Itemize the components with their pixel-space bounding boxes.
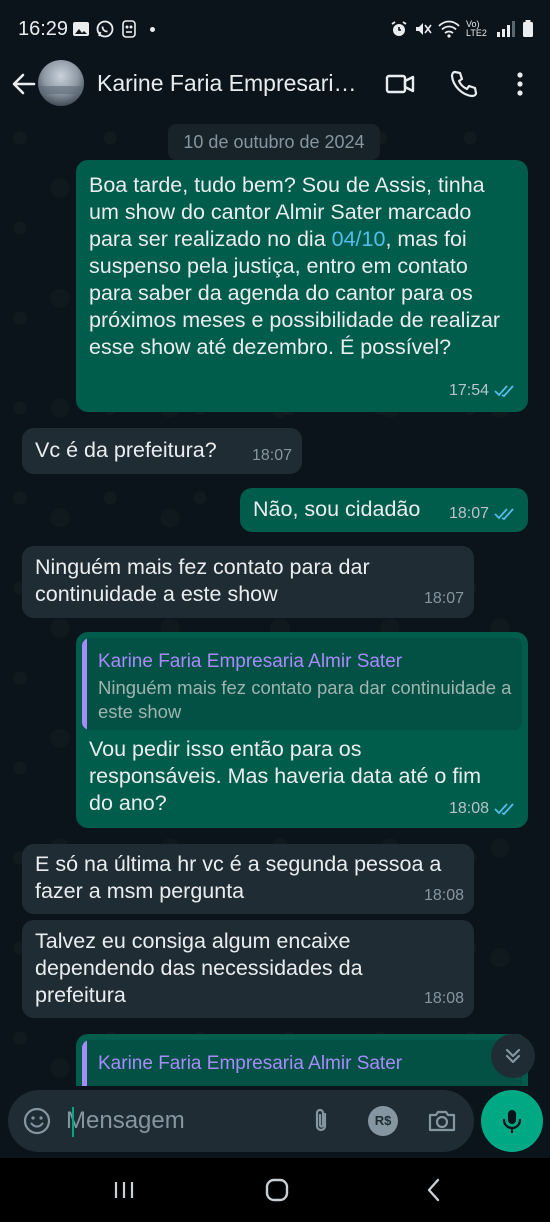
message-text: Vou pedir isso então para os responsávei… (89, 737, 481, 815)
message-bubble-incoming[interactable]: Vc é da prefeitura? 18:07 (22, 428, 302, 474)
message-bubble-incoming[interactable]: E só na última hr vc é a segunda pessoa … (22, 844, 474, 914)
read-ticks-icon (494, 802, 514, 815)
notification-dot (150, 26, 155, 32)
whatsapp-icon (96, 20, 114, 38)
avatar[interactable] (38, 60, 84, 106)
status-time: 16:29 (18, 18, 69, 40)
date-link[interactable]: 04/10 (332, 227, 386, 251)
read-ticks-icon (494, 384, 514, 397)
battery-icon (523, 20, 533, 37)
message-time: 18:08 (423, 990, 464, 1007)
contact-name[interactable]: Karine Faria Empresari… (97, 70, 369, 97)
alarm-icon (391, 21, 407, 36)
message-time: 18:08 (449, 795, 516, 822)
message-bubble-outgoing[interactable]: Karine Faria Empresaria Almir Sater (76, 1034, 528, 1086)
quote-bar (82, 1040, 87, 1086)
back-arrow-icon[interactable] (10, 70, 38, 98)
chat-header: Karine Faria Empresari… (0, 60, 550, 118)
message-bubble-outgoing[interactable]: Não, sou cidadão 18:07 (240, 488, 528, 532)
message-composer[interactable]: R$ (8, 1090, 474, 1152)
home-icon[interactable] (263, 1176, 291, 1204)
message-bubble-incoming[interactable]: Ninguém mais fez contato para dar contin… (22, 546, 474, 618)
message-time: 17:54 (449, 377, 516, 404)
signal-icon (497, 21, 515, 37)
app-icon (122, 20, 136, 38)
message-time: 18:07 (449, 500, 516, 527)
system-nav-bar (0, 1158, 550, 1222)
input-bar: R$ (0, 1086, 550, 1158)
message-time: 18:07 (251, 447, 292, 464)
message-bubble-outgoing[interactable]: Boa tarde, tudo bem? Sou de Assis, tinha… (76, 160, 528, 412)
message-text: Boa tarde, tudo bem? Sou de Assis, tinha… (89, 173, 501, 359)
message-text: E só na última hr vc é a segunda pessoa … (35, 852, 442, 903)
recents-icon[interactable] (110, 1176, 138, 1204)
chat-area[interactable]: 10 de outubro de 2024 Boa tarde, tudo be… (0, 118, 550, 1086)
quote-bar (82, 638, 87, 730)
mute-icon (416, 23, 432, 35)
message-time: 18:07 (423, 590, 464, 607)
more-options-icon[interactable] (504, 68, 536, 100)
quote-author: Karine Faria Empresaria Almir Sater (98, 1053, 403, 1074)
phone-icon[interactable] (448, 68, 480, 100)
network-label: Vo) LTE2 (466, 19, 487, 38)
status-bar: 16:29 Vo) LTE2 (0, 0, 550, 60)
payment-icon[interactable]: R$ (368, 1106, 398, 1136)
quote-text: Ninguém mais fez contato para dar contin… (98, 677, 512, 722)
quote-author: Karine Faria Empresaria Almir Sater (98, 651, 403, 672)
attach-icon[interactable] (306, 1106, 336, 1136)
emoji-icon[interactable] (22, 1106, 52, 1136)
video-call-icon[interactable] (384, 68, 416, 100)
text-cursor (72, 1107, 74, 1137)
scroll-to-bottom-button[interactable] (491, 1034, 535, 1078)
read-ticks-icon (494, 507, 514, 520)
message-text: Ninguém mais fez contato para dar contin… (35, 555, 370, 606)
message-text: Talvez eu consiga algum encaixe dependen… (35, 929, 363, 1007)
status-left-icons (72, 20, 155, 38)
message-bubble-incoming[interactable]: Talvez eu consiga algum encaixe dependen… (22, 920, 474, 1018)
message-bubble-outgoing[interactable]: Karine Faria Empresaria Almir Sater Ning… (76, 632, 528, 828)
status-right-icons: Vo) LTE2 (390, 20, 534, 38)
date-chip: 10 de outubro de 2024 (168, 124, 380, 160)
quoted-message[interactable]: Karine Faria Empresaria Almir Sater Ning… (82, 638, 522, 730)
message-input[interactable] (66, 1100, 296, 1142)
mic-button[interactable] (481, 1090, 543, 1152)
double-chevron-down-icon (505, 1048, 521, 1064)
message-time: 18:08 (423, 887, 464, 904)
mic-icon (502, 1110, 522, 1134)
quoted-message[interactable]: Karine Faria Empresaria Almir Sater (82, 1040, 522, 1086)
camera-icon[interactable] (426, 1105, 458, 1137)
back-icon[interactable] (420, 1176, 448, 1204)
wifi-icon (438, 20, 460, 38)
gallery-icon (73, 22, 89, 36)
